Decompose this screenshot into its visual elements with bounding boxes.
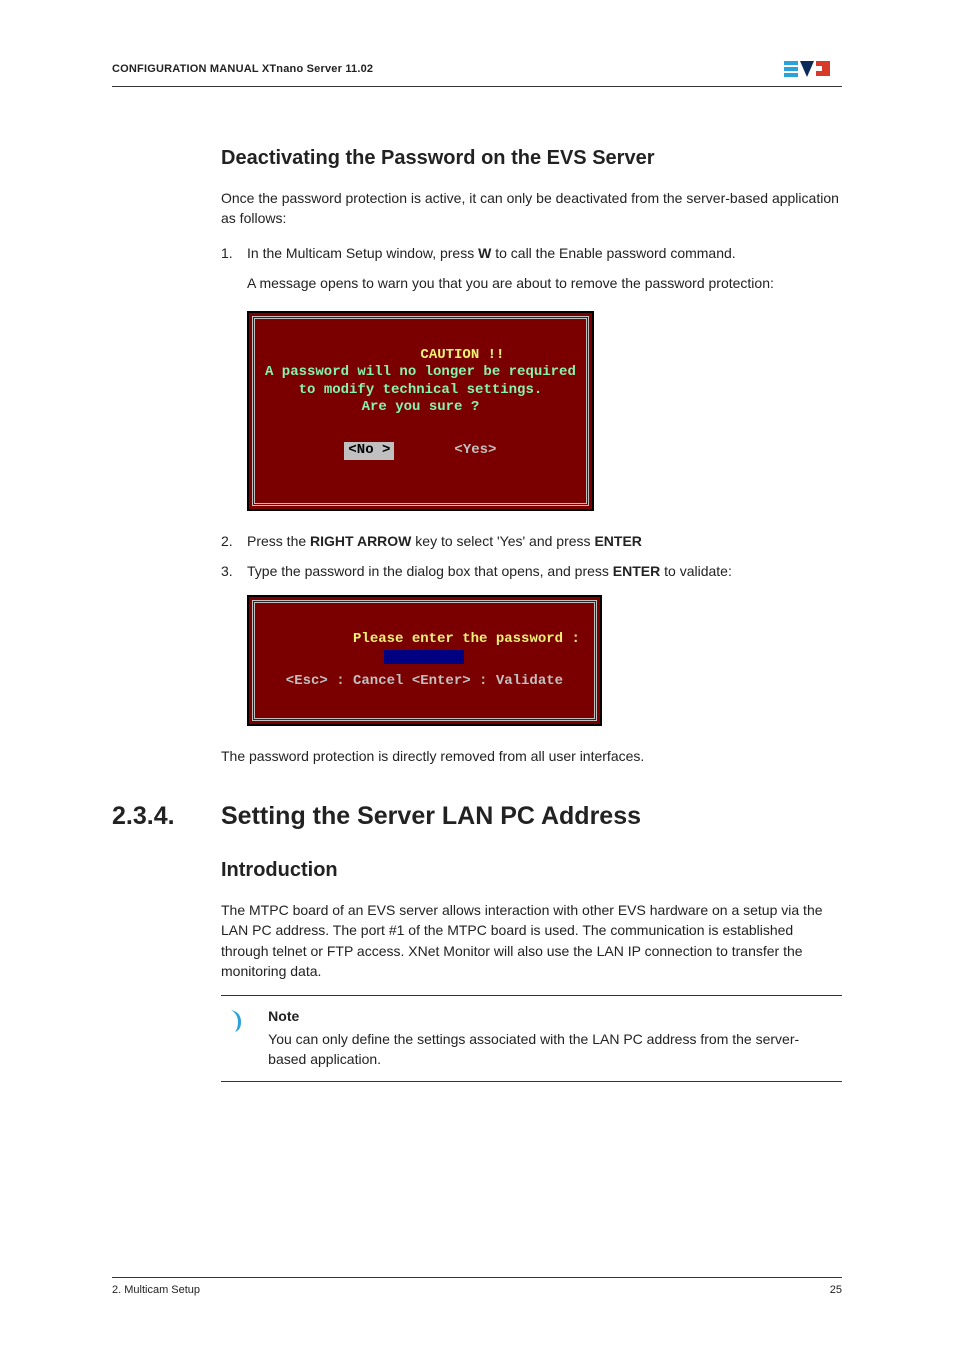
console-yes-button: <Yes>: [454, 442, 496, 460]
step1-text-a: In the Multicam Setup window, press: [247, 245, 478, 261]
step1-text-b: to call the Enable password command.: [491, 245, 735, 261]
note-block: Note You can only define the settings as…: [221, 995, 842, 1082]
console1-line4: Are you sure ?: [362, 399, 480, 415]
section-title: Setting the Server LAN PC Address: [221, 802, 641, 831]
step-3: Type the password in the dialog box that…: [221, 561, 842, 736]
footer-right: 25: [830, 1284, 842, 1296]
intro2-paragraph: The MTPC board of an EVS server allows i…: [221, 900, 842, 981]
step1-key: W: [478, 245, 491, 261]
step3-text-b: to validate:: [660, 563, 732, 579]
console2-line1: Please enter the password :: [353, 631, 580, 647]
evs-logo: [784, 58, 842, 80]
step3-text-a: Type the password in the dialog box that…: [247, 563, 613, 579]
console1-line1: CAUTION !!: [420, 347, 504, 363]
section-number: 2.3.4.: [112, 802, 185, 831]
console-no-button: <No >: [344, 442, 394, 460]
page-header: CONFIGURATION MANUAL XTnano Server 11.02: [112, 58, 842, 87]
heading-introduction: Introduction: [221, 859, 842, 882]
step2-text-a: Press the: [247, 533, 310, 549]
note-body: You can only define the settings associa…: [268, 1031, 799, 1067]
console-password: Please enter the password : <Esc> : Canc…: [247, 595, 602, 726]
page-footer: 2. Multicam Setup 25: [112, 1277, 842, 1296]
console-caution: CAUTION !! A password will no longer be …: [247, 311, 594, 511]
main-content: Deactivating the Password on the EVS Ser…: [221, 147, 842, 1082]
intro-paragraph: Once the password protection is active, …: [221, 188, 842, 229]
section-heading-row: 2.3.4. Setting the Server LAN PC Address: [221, 802, 842, 831]
note-icon: [227, 1006, 248, 1069]
after-console-text: The password protection is directly remo…: [221, 746, 842, 766]
steps-list: In the Multicam Setup window, press W to…: [221, 243, 842, 736]
step2-key: RIGHT ARROW: [310, 533, 411, 549]
header-title: CONFIGURATION MANUAL XTnano Server 11.02: [112, 63, 373, 75]
step1-substep: A message opens to warn you that you are…: [247, 273, 842, 293]
heading-deactivate: Deactivating the Password on the EVS Ser…: [221, 147, 842, 170]
step2-key2: ENTER: [594, 533, 641, 549]
footer-left: 2. Multicam Setup: [112, 1284, 200, 1296]
note-text: Note You can only define the settings as…: [268, 1006, 836, 1069]
note-label: Note: [268, 1006, 836, 1026]
console2-line2: <Esc> : Cancel <Enter> : Validate: [286, 673, 563, 689]
password-input-field: [384, 650, 464, 664]
step-2: Press the RIGHT ARROW key to select 'Yes…: [221, 531, 842, 551]
console1-line2: A password will no longer be required: [265, 364, 576, 380]
step2-text-b: key to select 'Yes' and press: [411, 533, 594, 549]
step-1: In the Multicam Setup window, press W to…: [221, 243, 842, 521]
step3-key: ENTER: [613, 563, 660, 579]
console1-line3: to modify technical settings.: [299, 382, 543, 398]
